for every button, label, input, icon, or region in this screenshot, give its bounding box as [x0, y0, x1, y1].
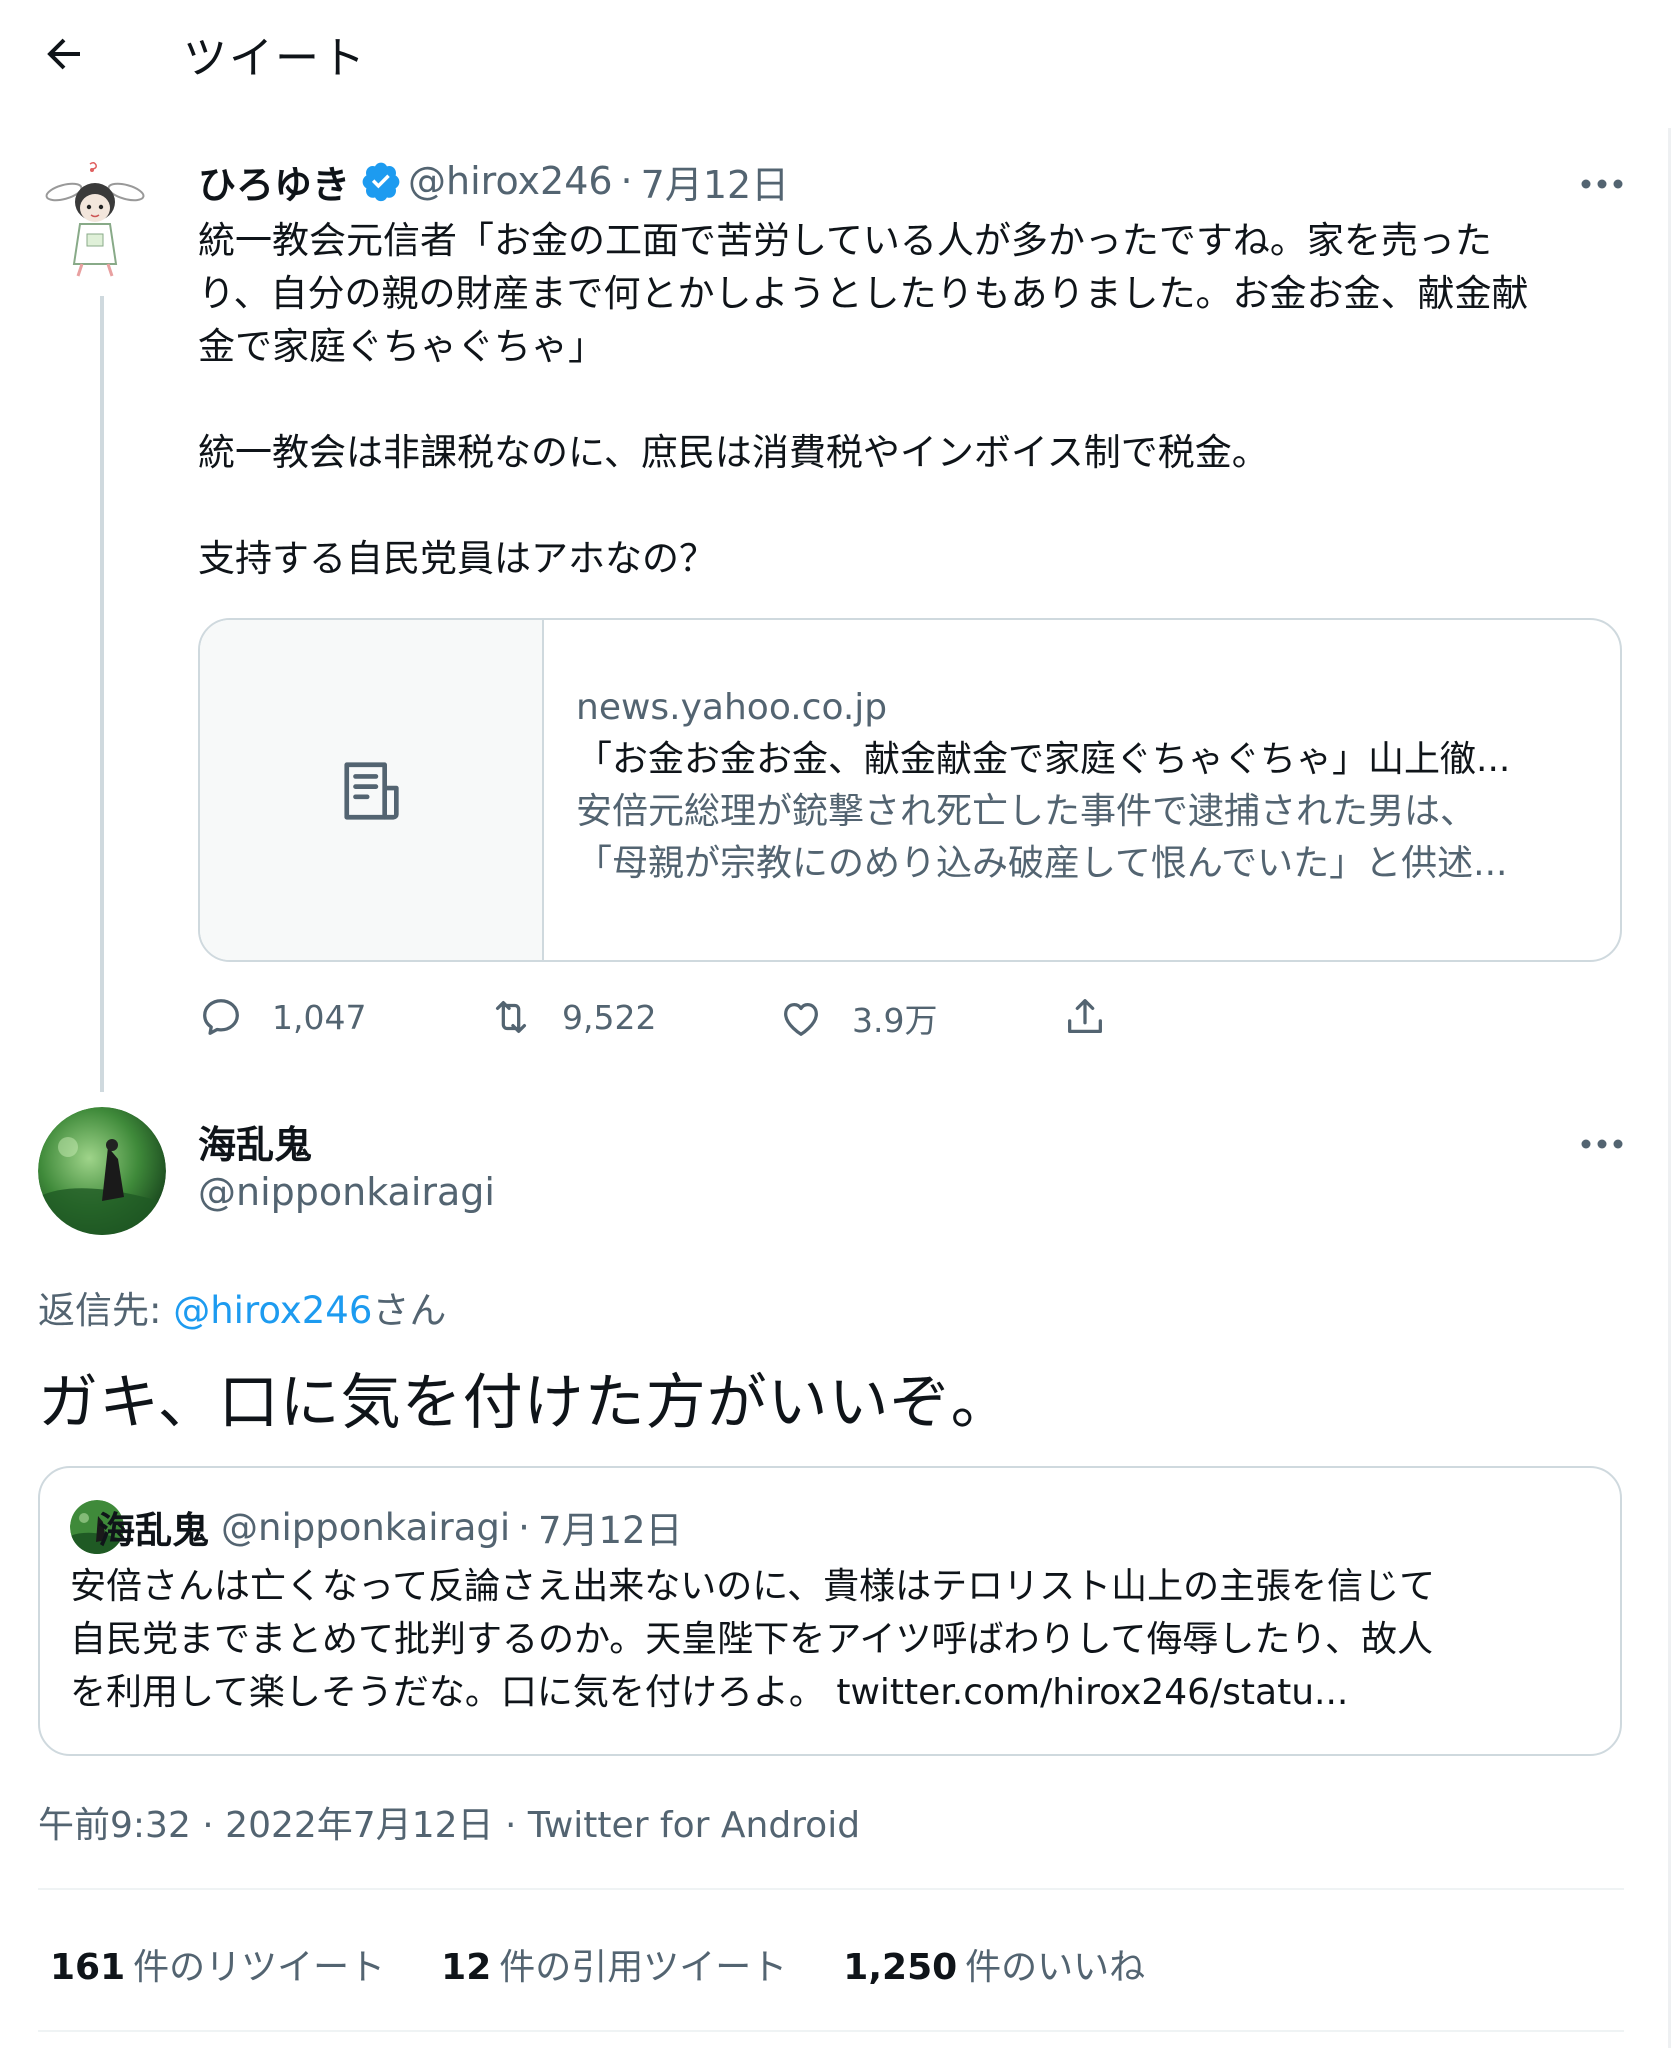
quoted-text-line: 安倍さんは亡くなって反論さえ出来ないのに、貴様はテロリスト山上の主張を信じて	[70, 1566, 1436, 1607]
author-name[interactable]: 海乱鬼	[198, 1114, 312, 1169]
tweet1-body: 統一教会元信者「お金の工面で苦労している人が多かったですね。家を売った り、自分…	[198, 214, 1618, 585]
tweet-timestamp-source[interactable]: 午前9:32 · 2022年7月12日 · Twitter for Androi…	[38, 1796, 860, 1848]
article-icon	[344, 762, 399, 820]
reply-count: 1,047	[272, 997, 367, 1037]
separator-dot: ·	[620, 159, 633, 203]
tweet-detail-page: ツイート ひろゆき @hirox246 · 7月12日 統一教会元信者「お金の工…	[0, 0, 1676, 2048]
quoted-tweet-date: 7月12日	[537, 1509, 683, 1552]
page-title: ツイート	[183, 33, 367, 84]
reply-mention-link[interactable]: @hirox246	[173, 1289, 372, 1332]
retweets-label: 件のリツイート	[133, 1947, 386, 1988]
reply-button[interactable]: 1,047	[198, 994, 366, 1040]
retweets-stat[interactable]: 161 件のリツイート	[50, 1938, 385, 1990]
divider	[38, 1888, 1624, 1890]
thread-connector-line	[100, 296, 104, 1092]
author-handle[interactable]: @hirox246	[408, 159, 613, 203]
tweet-text-line: 統一教会元信者「お金の工面で苦労している人が多かったですね。家を売った	[198, 219, 1492, 262]
quotes-label: 件の引用ツイート	[499, 1947, 788, 1988]
likes-stat[interactable]: 1,250 件のいいね	[843, 1938, 1145, 1990]
reply-suffix: さん	[372, 1289, 447, 1332]
tweet-date[interactable]: 7月12日	[641, 154, 790, 209]
tweet2-text: ガキ、口に気を付けた方がいいぞ。	[38, 1368, 1012, 1438]
quoted-text-line: 自民党までまとめて批判するのか。天皇陛下をアイツ呼ばわりして侮辱したり、故人	[70, 1619, 1433, 1660]
quoted-text-line: を利用して楽しそうだな。口に気を付けろよ。 twitter.com/hirox2…	[70, 1672, 1349, 1713]
separator-dot: ·	[518, 1505, 530, 1549]
verified-badge-icon	[362, 162, 400, 202]
quoted-author-handle: @nipponkairagi	[221, 1505, 511, 1549]
like-count: 3.9万	[852, 1001, 938, 1040]
retweet-icon	[495, 1000, 527, 1034]
tweet-text-line: 金で家庭ぐちゃぐちゃ」	[198, 325, 605, 368]
likes-label: 件のいいね	[965, 1947, 1146, 1988]
link-domain: news.yahoo.co.jp	[576, 687, 888, 728]
reply-label: 返信先:	[38, 1289, 174, 1332]
tweet1-header: ひろゆき @hirox246 · 7月12日	[198, 157, 789, 207]
reply-icon	[203, 999, 239, 1035]
link-title: 「お金お金お金、献金献金で家庭ぐちゃぐちゃ」山上徹...	[576, 739, 1511, 780]
link-description: 「母親が宗教にのめり込み破産して恨んでいた」と供述...	[576, 843, 1508, 884]
share-icon	[1068, 999, 1102, 1034]
tweet-text-line: 統一教会は非課税なのに、庶民は消費税やインボイス制で税金。	[198, 431, 1269, 474]
retweet-button[interactable]: 9,522	[488, 994, 656, 1040]
quoted-author-name: 海乱鬼	[98, 1509, 209, 1552]
engagement-stats: 161 件のリツイート 12 件の引用ツイート 1,250 件のいいね	[50, 1938, 1201, 1990]
quotes-count: 12	[441, 1947, 492, 1988]
more-options-icon[interactable]	[1580, 1138, 1624, 1150]
retweet-count: 9,522	[562, 997, 657, 1037]
like-button[interactable]: 3.9万	[778, 994, 937, 1042]
link-thumbnail	[200, 620, 544, 960]
share-button[interactable]	[1062, 994, 1136, 1040]
quoted-tweet-body: 安倍さんは亡くなって反論さえ出来ないのに、貴様はテロリスト山上の主張を信じて 自…	[70, 1560, 1570, 1719]
author-handle[interactable]: @nipponkairagi	[198, 1170, 495, 1214]
avatar-hiroyuki[interactable]	[42, 160, 162, 290]
quotes-stat[interactable]: 12 件の引用ツイート	[441, 1938, 787, 1990]
replying-to: 返信先: @hirox246さん	[38, 1280, 446, 1334]
tweet-text-line: り、自分の親の財産まで何とかしようとしたりもありました。お金お金、献金献	[198, 272, 1529, 315]
more-options-icon[interactable]	[1580, 178, 1624, 190]
avatar-nipponkairagi[interactable]	[38, 1107, 166, 1235]
link-text: news.yahoo.co.jp 「お金お金お金、献金献金で家庭ぐちゃぐちゃ」山…	[576, 682, 1586, 890]
likes-count: 1,250	[843, 1947, 958, 1988]
quoted-tweet-header: 海乱鬼 @nipponkairagi · 7月12日	[98, 1502, 683, 1553]
retweets-count: 161	[50, 1947, 126, 1988]
divider	[38, 2030, 1624, 2032]
tweet1-actions: 1,047 9,522 3.9万	[198, 994, 1398, 1050]
link-preview-card[interactable]: news.yahoo.co.jp 「お金お金お金、献金献金で家庭ぐちゃぐちゃ」山…	[198, 618, 1622, 962]
tweet-text-line: 支持する自民党員はアホなの？	[198, 537, 716, 580]
author-name[interactable]: ひろゆき	[198, 154, 350, 209]
link-description: 安倍元総理が銃撃され死亡した事件で逮捕された男は、	[576, 791, 1477, 832]
back-arrow-icon[interactable]	[40, 30, 88, 78]
heart-icon	[784, 1002, 818, 1036]
edge-divider	[1668, 128, 1671, 2048]
